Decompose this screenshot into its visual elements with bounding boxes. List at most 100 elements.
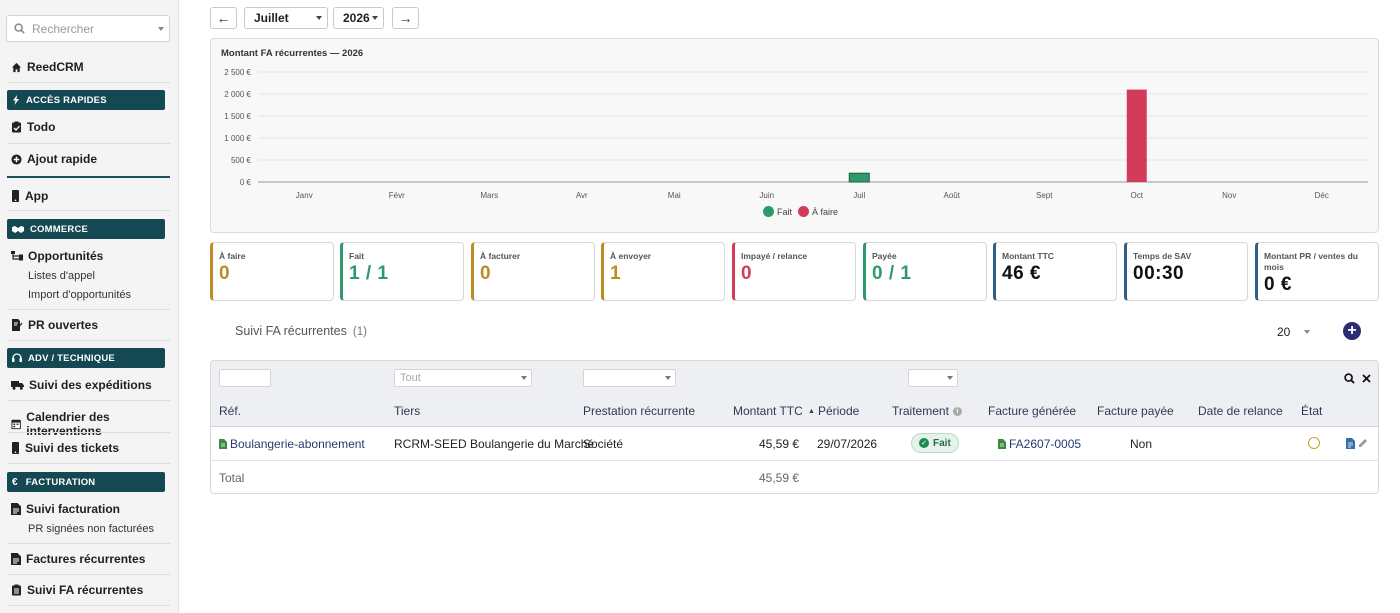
status-badge: ✓ Fait (911, 433, 959, 453)
kpi-card[interactable]: À envoyer 1 (601, 242, 725, 301)
year-select[interactable]: 2026 (333, 7, 384, 29)
sitemap-icon (11, 251, 23, 261)
y-tick-label: 500 € (231, 156, 252, 165)
clear-filters-icon[interactable] (1362, 374, 1371, 383)
kpi-value: 0 (741, 263, 753, 284)
year-select-value: 2026 (343, 11, 370, 25)
y-tick-label: 2 500 € (224, 68, 251, 77)
bar (1126, 89, 1147, 182)
column-header-tiers[interactable]: Tiers (394, 404, 420, 418)
total-value: 45,59 € (759, 471, 800, 485)
sidebar-item-expeditions[interactable]: Suivi des expéditions (11, 378, 152, 392)
sidebar-subitem-pr-signees[interactable]: PR signées non facturées (28, 523, 154, 535)
x-tick-label: Mars (480, 191, 498, 200)
sidebar-item-tickets[interactable]: Suivi des tickets (11, 441, 119, 455)
add-button[interactable]: + (1343, 322, 1361, 340)
prestation-filter-select[interactable] (583, 369, 676, 387)
column-header-traitement[interactable]: Traitement i (892, 404, 962, 418)
y-tick-label: 2 000 € (224, 90, 251, 99)
sidebar-item-pr-ouvertes[interactable]: PR ouvertes (11, 318, 98, 332)
sidebar-item-todo[interactable]: Todo (11, 120, 55, 134)
column-header-ref[interactable]: Réf. (219, 404, 241, 418)
mobile-icon (12, 442, 19, 454)
search-icon[interactable] (1344, 373, 1355, 384)
row-facture[interactable]: FA2607-0005 (998, 437, 1081, 451)
chart-legend: Fait À faire (759, 206, 838, 217)
y-tick-label: 1 000 € (224, 134, 251, 143)
search-input[interactable]: Rechercher (6, 15, 170, 42)
next-month-button[interactable]: → (392, 7, 419, 29)
kpi-card[interactable]: Montant PR / ventes du mois 0 € (1255, 242, 1379, 301)
info-icon[interactable]: i (952, 406, 962, 416)
tiers-filter-select[interactable]: Tout (394, 369, 532, 387)
x-tick-label: Févr (389, 191, 405, 200)
column-header-prestation[interactable]: Prestation récurrente (583, 404, 695, 418)
sidebar-subitem-listes-appel[interactable]: Listes d'appel (28, 270, 95, 282)
kpi-value: 0 € (1264, 274, 1292, 295)
sidebar-item-calendrier[interactable]: Calendrier des interventions (11, 410, 178, 438)
x-tick-label: Mai (668, 191, 681, 200)
sidebar-item-label: Opportunités (28, 249, 104, 263)
sidebar-item-factures-recurrentes[interactable]: Factures récurrentes (11, 552, 145, 566)
kpi-card[interactable]: À facturer 0 (471, 242, 595, 301)
kpi-label: Impayé / relance (741, 251, 808, 261)
kpi-card[interactable]: Montant TTC 46 € (993, 242, 1117, 301)
kpi-value: 46 € (1002, 263, 1041, 284)
column-header-etat[interactable]: État (1301, 404, 1322, 418)
x-tick-label: Avr (576, 191, 588, 200)
sidebar-item-opportunites[interactable]: Opportunités (11, 249, 103, 263)
sidebar-item-label: App (25, 189, 49, 203)
sidebar-item-app[interactable]: App (11, 189, 48, 203)
sidebar-item-label: Ajout rapide (27, 152, 98, 166)
sidebar-subitem-import-opportunites[interactable]: Import d'opportunités (28, 289, 131, 301)
sidebar-item-suivi-facturation[interactable]: Suivi facturation (11, 502, 120, 516)
legend-label-fait[interactable]: Fait (777, 207, 792, 217)
per-page-select[interactable]: 20 (1268, 322, 1314, 342)
sidebar-item-home[interactable]: ReedCRM (11, 60, 84, 74)
kpi-label: À faire (219, 251, 246, 261)
kpi-value: 0 (219, 263, 231, 284)
row-montant: 45,59 € (759, 437, 800, 451)
document-icon[interactable] (1346, 438, 1355, 449)
file-icon (998, 439, 1006, 449)
total-label: Total (219, 471, 245, 485)
kpi-card[interactable]: À faire 0 (210, 242, 334, 301)
kpi-card[interactable]: Payée 0 / 1 (863, 242, 987, 301)
x-tick-label: Sept (1036, 191, 1053, 200)
row-ref-link[interactable]: Boulangerie-abonnement (230, 437, 365, 451)
row-payee: Non (1130, 437, 1153, 451)
sidebar-item-label: ReedCRM (27, 60, 84, 74)
column-header-montant[interactable]: Montant TTC (733, 404, 803, 418)
divider (7, 340, 170, 341)
x-tick-label: Juin (759, 191, 774, 200)
traitement-filter-select[interactable] (908, 369, 958, 387)
previous-month-button[interactable]: ← (210, 7, 237, 29)
table-row: Boulangerie-abonnement RCRM-SEED Boulang… (211, 427, 1378, 461)
table-header: Tout Réf. Tiers Prestation récurrente Mo… (211, 361, 1378, 427)
kpi-card[interactable]: Impayé / relance 0 (732, 242, 856, 301)
column-header-relance[interactable]: Date de relance (1198, 404, 1283, 418)
row-ref[interactable]: Boulangerie-abonnement (219, 437, 365, 451)
sidebar-item-label: PR ouvertes (28, 318, 99, 332)
column-header-facture[interactable]: Facture générée (988, 404, 1076, 418)
sidebar-item-label: Suivi des tickets (25, 441, 120, 455)
sidebar-item-ajout-rapide[interactable]: Ajout rapide (11, 152, 97, 166)
column-header-payee[interactable]: Facture payée (1097, 404, 1174, 418)
sidebar-item-label: Suivi facturation (26, 502, 121, 516)
divider (7, 82, 170, 83)
divider (7, 176, 170, 178)
ref-filter-input[interactable] (219, 369, 271, 387)
edit-icon[interactable] (1358, 438, 1368, 448)
list-title-text: Suivi FA récurrentes (235, 324, 347, 338)
kpi-card[interactable]: Temps de SAV 00:30 (1124, 242, 1248, 301)
home-icon (11, 62, 22, 72)
sidebar-item-suivi-fa-recurrentes[interactable]: Suivi FA récurrentes (11, 583, 143, 597)
column-header-periode[interactable]: ▲ Période (808, 404, 859, 418)
kpi-card[interactable]: Fait 1 / 1 (340, 242, 464, 301)
column-header-traitement-label: Traitement (892, 404, 949, 418)
month-select[interactable]: Juillet (244, 7, 328, 29)
legend-label-a-faire[interactable]: À faire (812, 207, 838, 217)
sidebar-item-label: Factures récurrentes (26, 552, 146, 566)
etat-circle-icon (1308, 437, 1320, 449)
row-facture-link[interactable]: FA2607-0005 (1009, 437, 1081, 451)
